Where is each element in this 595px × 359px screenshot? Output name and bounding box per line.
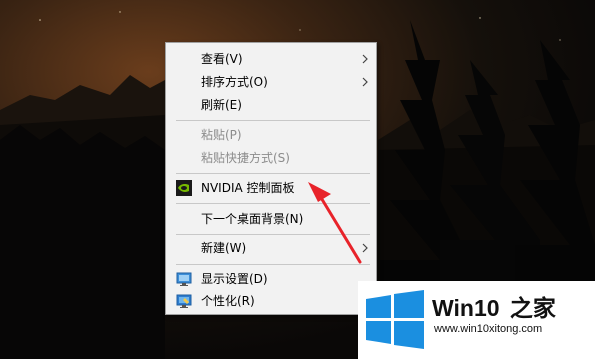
watermark-brand-prefix: Win10 — [432, 295, 500, 321]
menu-separator — [176, 264, 370, 265]
menu-item-label: 新建(W) — [201, 241, 247, 255]
menu-item-sort-by[interactable]: 排序方式(O) — [166, 71, 376, 93]
menu-item-label: 个性化(R) — [201, 294, 255, 308]
desktop-context-menu: 查看(V) 排序方式(O) 刷新(E) 粘贴(P) 粘贴快捷方式(S) NVID… — [165, 42, 377, 315]
watermark-brand: Win10 之家 — [432, 289, 556, 323]
menu-item-refresh[interactable]: 刷新(E) — [166, 94, 376, 116]
menu-item-label: NVIDIA 控制面板 — [201, 181, 295, 195]
menu-separator — [176, 203, 370, 204]
watermark-logo: Win10 之家 www.win10xitong.com — [358, 281, 595, 359]
watermark-brand-suffix: 之家 — [509, 295, 556, 321]
menu-separator — [176, 234, 370, 235]
display-settings-icon — [176, 272, 192, 286]
menu-item-view[interactable]: 查看(V) — [166, 48, 376, 70]
menu-item-label: 刷新(E) — [201, 98, 242, 112]
menu-item-label: 粘贴快捷方式(S) — [201, 151, 290, 165]
menu-item-next-desktop-background[interactable]: 下一个桌面背景(N) — [166, 208, 376, 230]
nvidia-icon — [176, 180, 192, 196]
menu-separator — [176, 120, 370, 121]
windows-logo-icon — [366, 290, 424, 349]
menu-item-display-settings[interactable]: 显示设置(D) — [166, 268, 376, 290]
chevron-right-icon — [362, 54, 368, 64]
menu-item-paste-shortcut: 粘贴快捷方式(S) — [166, 147, 376, 169]
personalize-icon — [176, 294, 192, 308]
menu-item-label: 下一个桌面背景(N) — [201, 212, 304, 226]
menu-item-label: 粘贴(P) — [201, 128, 242, 142]
menu-item-label: 排序方式(O) — [201, 75, 268, 89]
menu-item-new[interactable]: 新建(W) — [166, 237, 376, 259]
menu-separator — [176, 173, 370, 174]
menu-item-personalize[interactable]: 个性化(R) — [166, 290, 376, 312]
menu-item-label: 显示设置(D) — [201, 272, 268, 286]
watermark-url: www.win10xitong.com — [434, 323, 543, 335]
menu-item-nvidia-control-panel[interactable]: NVIDIA 控制面板 — [166, 177, 376, 199]
chevron-right-icon — [362, 243, 368, 253]
menu-item-paste: 粘贴(P) — [166, 124, 376, 146]
menu-item-label: 查看(V) — [201, 52, 243, 66]
chevron-right-icon — [362, 77, 368, 87]
